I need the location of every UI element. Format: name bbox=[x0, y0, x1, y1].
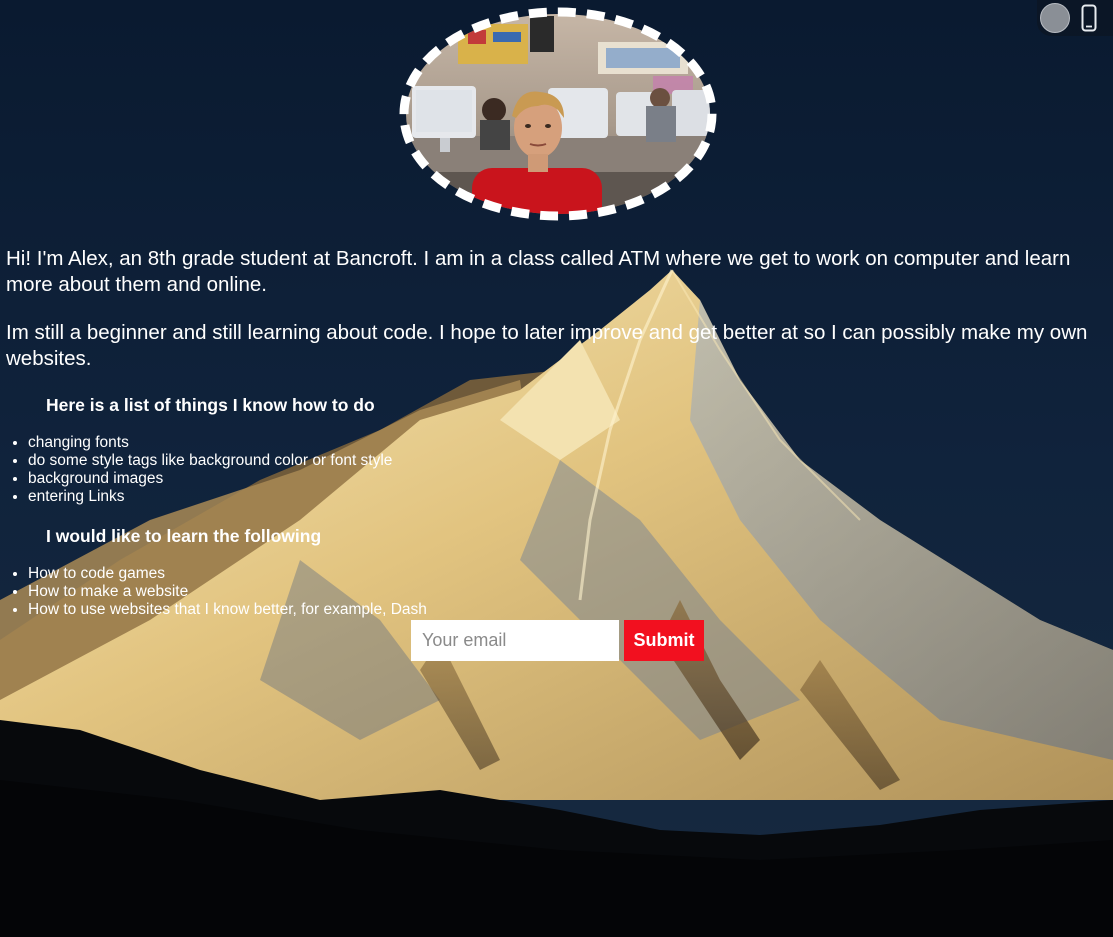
list-item: How to code games bbox=[28, 565, 427, 583]
list-item: changing fonts bbox=[28, 434, 392, 452]
list-item: do some style tags like background color… bbox=[28, 452, 392, 470]
intro-paragraph-1: Hi! I'm Alex, an 8th grade student at Ba… bbox=[6, 247, 1071, 296]
submit-button[interactable]: Submit bbox=[624, 620, 704, 661]
list-item: How to make a website bbox=[28, 583, 427, 601]
email-input[interactable] bbox=[411, 620, 619, 661]
phone-icon[interactable] bbox=[1081, 4, 1097, 32]
toggle-knob[interactable] bbox=[1040, 3, 1070, 33]
view-toggle[interactable] bbox=[1037, 0, 1113, 36]
list-item: How to use websites that I know better, … bbox=[28, 601, 427, 619]
page-content: Hi! I'm Alex, an 8th grade student at Ba… bbox=[0, 0, 1113, 937]
known-skills-list: changing fonts do some style tags like b… bbox=[0, 434, 392, 506]
learn-list-heading: I would like to learn the following bbox=[46, 526, 322, 546]
known-list-heading: Here is a list of things I know how to d… bbox=[46, 395, 375, 415]
learning-goals-list: How to code games How to make a website … bbox=[0, 565, 427, 619]
list-item: background images bbox=[28, 470, 392, 488]
list-item: entering Links bbox=[28, 488, 392, 506]
profile-photo bbox=[399, 7, 717, 221]
intro-paragraph-2: Im still a beginner and still learning a… bbox=[6, 321, 1088, 370]
